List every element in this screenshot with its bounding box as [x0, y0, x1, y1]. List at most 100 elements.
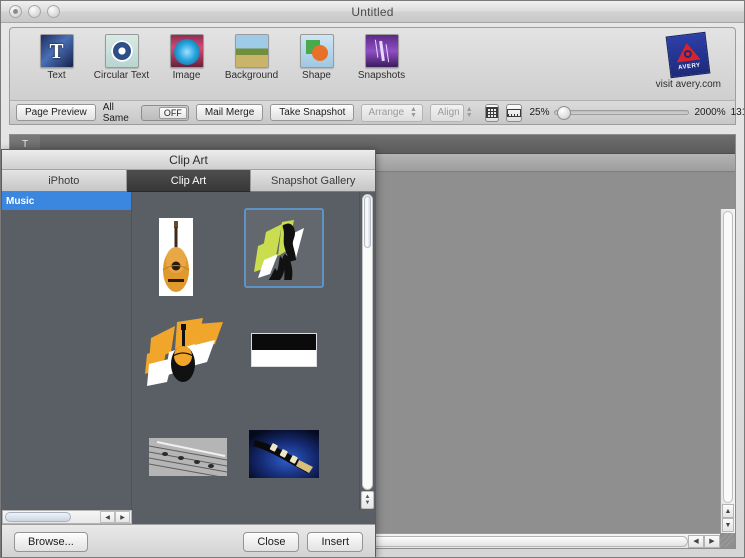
tab-iphoto[interactable]: iPhoto — [2, 170, 127, 192]
control-bar: Page Preview All Same OFF Mail Merge Tak… — [9, 100, 744, 125]
ruler-icon — [507, 108, 522, 117]
black-white-bars-icon — [251, 333, 317, 367]
close-button[interactable]: Close — [243, 531, 300, 552]
zoom-slider-thumb[interactable] — [557, 106, 572, 120]
canvas-vscroll-track[interactable] — [723, 211, 733, 503]
toolbar-item-circular-text[interactable]: Circular Text — [89, 34, 154, 81]
close-button[interactable] — [9, 5, 22, 18]
canvas-vertical-scrollbar[interactable]: ▲ ▼ — [720, 209, 735, 533]
toolbar-item-text[interactable]: T Text — [24, 34, 89, 81]
scroll-left-arrow-icon[interactable]: ◀ — [100, 511, 115, 523]
avery-wordmark: AVERY — [678, 62, 702, 72]
toolbar-item-shape[interactable]: Shape — [284, 34, 349, 81]
zoom-controls: 25% 2000% 131% — [529, 106, 744, 120]
scroll-right-arrow-icon[interactable]: ▶ — [704, 534, 720, 548]
window-title: Untitled — [351, 4, 394, 19]
align-label: Align — [437, 107, 460, 118]
align-dropdown[interactable]: Align ▲ ▼ — [430, 103, 473, 122]
grid-icon — [486, 107, 499, 118]
scroll-down-arrow-icon[interactable]: ▼ — [365, 500, 371, 506]
clip-art-footer: Browse... Close Insert — [2, 524, 375, 557]
clip-art-vscroll-arrows[interactable]: ▲ ▼ — [361, 491, 374, 509]
clip-art-title: Clip Art — [169, 152, 208, 167]
clip-art-dialog: Clip Art iPhoto Clip Art Snapshot Galler… — [1, 149, 376, 557]
all-same-control[interactable]: All Same OFF — [103, 102, 189, 124]
avery-logo-icon: AVERY — [665, 31, 711, 79]
clip-art-hscroll-arrows: ◀ ▶ — [100, 511, 130, 523]
clip-art-action-buttons: Close Insert — [243, 531, 363, 552]
zoom-slider[interactable] — [554, 106, 690, 120]
tab-clip-art[interactable]: Clip Art — [126, 170, 252, 192]
toolbar-item-snapshots[interactable]: Snapshots — [349, 34, 414, 81]
thumbnail-sheet-music-bw[interactable] — [138, 427, 238, 487]
toolbar-item-label: Image — [172, 70, 201, 81]
all-same-toggle-state: OFF — [158, 106, 187, 119]
clip-art-vertical-scrollbar[interactable]: ▲ ▼ — [359, 192, 375, 510]
chevron-updown-icon: ▲ ▼ — [410, 105, 417, 119]
clip-art-vscroll-track[interactable] — [362, 194, 373, 490]
main-window: Untitled T Text Circular Text Image Back… — [0, 0, 745, 558]
arrange-label: Arrange — [368, 107, 405, 118]
all-same-label: All Same — [102, 101, 129, 124]
toolbar-item-label: Snapshots — [357, 70, 406, 81]
toolbar-items: T Text Circular Text Image Background Sh… — [10, 28, 414, 81]
saxophone-blue-icon — [249, 430, 319, 478]
zoom-button[interactable] — [47, 5, 60, 18]
image-icon — [169, 34, 204, 68]
window-controls — [9, 5, 60, 18]
browse-button[interactable]: Browse... — [14, 531, 88, 552]
mail-merge-button[interactable]: Mail Merge — [195, 104, 264, 121]
toolbar-container: T Text Circular Text Image Background Sh… — [1, 23, 744, 100]
clip-art-horizontal-scrollbar[interactable]: ◀ ▶ — [2, 510, 132, 524]
arrange-dropdown[interactable]: Arrange ▲ ▼ — [361, 103, 424, 122]
ruler-toggle-button[interactable] — [506, 103, 523, 122]
chevron-updown-icon: ▲ ▼ — [465, 105, 473, 119]
clip-art-hscroll-thumb[interactable] — [5, 512, 71, 522]
cello-orange-brush-icon — [145, 318, 223, 386]
toolbar-item-label: Text — [47, 70, 66, 81]
circular-text-icon — [104, 34, 139, 68]
scroll-right-arrow-icon[interactable]: ▶ — [115, 511, 130, 523]
take-snapshot-button[interactable]: Take Snapshot — [270, 104, 355, 121]
clip-art-titlebar: Clip Art — [2, 150, 375, 170]
avery-link[interactable]: AVERY visit avery.com — [655, 31, 721, 90]
snapshots-icon — [364, 34, 399, 68]
thumbnail-cello-orange-brush[interactable] — [140, 312, 236, 392]
zoom-min-label: 25% — [529, 107, 550, 118]
hscroll-arrows: ◀ ▶ — [688, 534, 720, 548]
toolbar-item-background[interactable]: Background — [219, 34, 284, 81]
shape-icon — [299, 34, 334, 68]
acoustic-guitar-icon — [159, 218, 193, 296]
zoom-current-label: 131% — [730, 107, 744, 118]
minimize-button[interactable] — [28, 5, 41, 18]
clip-art-tabs: iPhoto Clip Art Snapshot Gallery — [2, 170, 376, 192]
tab-snapshot-gallery[interactable]: Snapshot Gallery — [251, 170, 376, 192]
zoom-max-label: 2000% — [694, 107, 726, 118]
source-item-music[interactable]: Music — [2, 192, 131, 210]
clip-art-body: Music — [2, 192, 375, 510]
scroll-down-arrow-icon[interactable]: ▼ — [722, 518, 734, 532]
thumbnail-acoustic-guitar[interactable] — [140, 214, 212, 300]
window-titlebar: Untitled — [1, 1, 744, 23]
window-resize-grip[interactable] — [720, 533, 734, 547]
clip-art-vscroll-thumb[interactable] — [364, 196, 371, 248]
clip-art-thumbnail-grid — [132, 192, 375, 510]
avery-caption: visit avery.com — [655, 79, 721, 90]
toolbar-item-label: Background — [224, 70, 279, 81]
all-same-toggle[interactable]: OFF — [140, 104, 189, 121]
grid-toggle-button[interactable] — [485, 103, 500, 122]
scroll-left-arrow-icon[interactable]: ◀ — [688, 534, 704, 548]
page-preview-button[interactable]: Page Preview — [16, 104, 96, 121]
clip-art-source-list: Music — [2, 192, 132, 510]
background-icon — [234, 34, 269, 68]
toolbar: T Text Circular Text Image Background Sh… — [9, 27, 736, 100]
scroll-up-arrow-icon[interactable]: ▲ — [722, 504, 734, 518]
sheet-music-bw-icon — [149, 438, 227, 476]
toolbar-item-label: Circular Text — [93, 70, 150, 81]
thumbnail-saxophone-blue[interactable] — [244, 424, 324, 484]
toolbar-item-image[interactable]: Image — [154, 34, 219, 81]
insert-button[interactable]: Insert — [307, 531, 363, 552]
thumbnail-dancer-green-brush[interactable] — [244, 208, 324, 288]
thumbnail-black-white-bars[interactable] — [244, 328, 324, 372]
text-icon: T — [39, 34, 74, 68]
